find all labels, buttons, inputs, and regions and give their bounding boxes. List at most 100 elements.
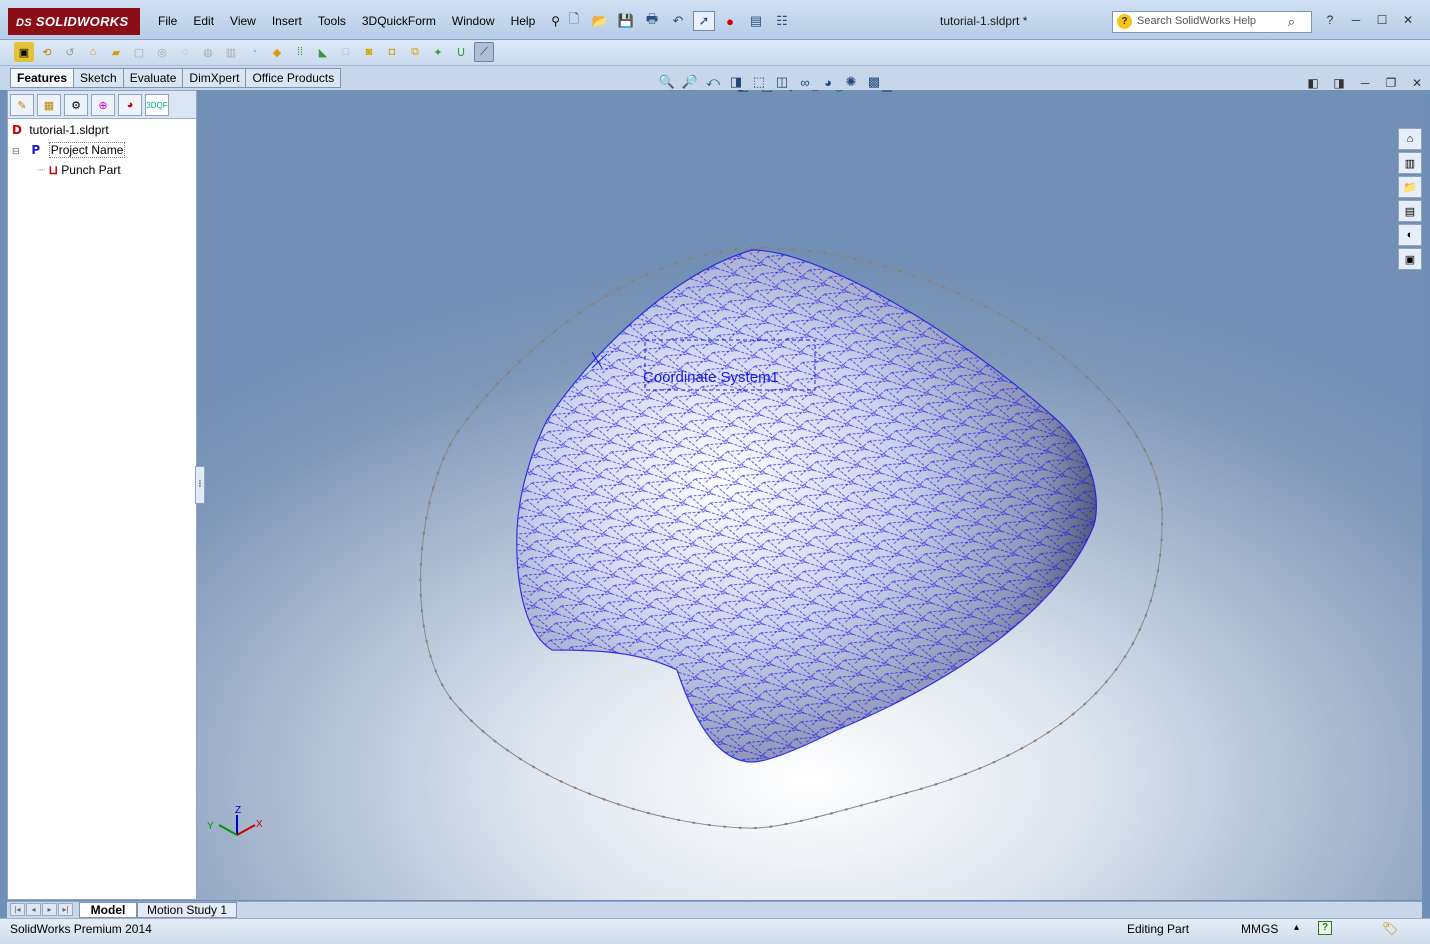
3dqf-tab-icon[interactable]: 3DQF — [145, 94, 169, 116]
shell-icon[interactable]: □ — [336, 42, 356, 62]
boss-extrude-icon[interactable]: ▣ — [14, 42, 34, 62]
section-icon[interactable]: ◨ — [726, 72, 746, 92]
display-manager-tab-icon[interactable]: ◕ — [118, 94, 142, 116]
cut-extrude-icon[interactable]: ▢ — [129, 42, 149, 62]
graphics-area[interactable]: Coordinate System1 X Z Y ⊕ ⊗ ↺ ◧ ▣ ◈ 👁 ◉… — [197, 90, 1422, 900]
menu-3dquickform[interactable]: 3DQuickForm — [354, 12, 444, 30]
configuration-manager-tab-icon[interactable]: ⚙ — [64, 94, 88, 116]
tag-icon[interactable]: 🏷 — [1382, 921, 1399, 937]
tab-navigation: |◂ ◂ ▸ ▸| — [10, 903, 73, 916]
orientation-icon[interactable]: ⬚ — [749, 72, 769, 92]
tab-features[interactable]: Features — [10, 68, 75, 88]
view-palette-icon[interactable]: ▤ — [1398, 200, 1422, 222]
expand-minus-icon[interactable]: ⊟ — [12, 146, 24, 157]
scene-icon[interactable]: ✺ — [841, 72, 861, 92]
appearances-icon[interactable]: ◐ — [1398, 224, 1422, 246]
doc-minimize-button[interactable]: ─ — [1355, 74, 1375, 92]
title-bar: DS SOLIDWORKS File Edit View Insert Tools… — [0, 0, 1430, 40]
linear-pattern-icon[interactable]: ◆ — [267, 42, 287, 62]
instant3d-icon[interactable]: ⟋ — [474, 42, 494, 62]
file-properties-icon[interactable]: ▤ — [745, 11, 767, 31]
dimxpert-manager-tab-icon[interactable]: ⊕ — [91, 94, 115, 116]
tab-motion-study[interactable]: Motion Study 1 — [137, 902, 237, 918]
last-tab-icon[interactable]: ▸| — [58, 903, 73, 916]
help-question-icon[interactable]: ? — [1320, 11, 1340, 29]
select-cursor-icon[interactable]: ➚ — [693, 11, 715, 31]
fillet-icon[interactable]: ◔ — [244, 42, 264, 62]
new-document-icon[interactable]: 🗋 — [563, 11, 585, 31]
status-units[interactable]: MMGS — [1241, 922, 1278, 936]
wrap-icon[interactable]: ◙ — [359, 42, 379, 62]
tree-root[interactable]: D tutorial-1.sldprt — [12, 123, 109, 137]
menu-help[interactable]: Help — [503, 12, 544, 30]
tree-punch-part[interactable]: ┈ ⊔ Punch Part — [38, 163, 121, 177]
boundary-icon[interactable]: ▰ — [106, 42, 126, 62]
cut-revolve-icon[interactable]: ◎ — [152, 42, 172, 62]
panel-splitter[interactable]: ⁝ — [195, 466, 205, 504]
open-folder-icon[interactable]: 📂 — [589, 11, 611, 31]
custom-properties-icon[interactable]: ▣ — [1398, 248, 1422, 270]
search-icon[interactable]: ⌕ — [1288, 14, 1295, 30]
tab-office-products[interactable]: Office Products — [246, 68, 342, 88]
property-manager-tab-icon[interactable]: ▦ — [37, 94, 61, 116]
close-button[interactable]: ✕ — [1398, 11, 1418, 29]
next-tab-icon[interactable]: ▸ — [42, 903, 57, 916]
menu-file[interactable]: File — [150, 12, 185, 30]
curves-icon[interactable]: Ս — [451, 42, 471, 62]
solidworks-logo[interactable]: DS SOLIDWORKS — [8, 8, 140, 35]
maximize-button[interactable]: ☐ — [1372, 11, 1392, 29]
options-icon[interactable]: ☷ — [771, 11, 793, 31]
tree-project-label: Project Name — [48, 142, 126, 158]
viewport-window-controls: ◧ ◨ ─ ❐ ✕ — [1303, 74, 1427, 92]
undo-icon[interactable]: ↶ — [667, 11, 689, 31]
display-mode-icon[interactable]: ◫ — [772, 72, 792, 92]
swept-icon[interactable]: ↺ — [60, 42, 80, 62]
rib-icon[interactable]: ⁞⁞ — [290, 42, 310, 62]
cut-boundary-icon[interactable]: ▥ — [221, 42, 241, 62]
mirror-icon[interactable]: ⧉ — [405, 42, 425, 62]
solidworks-resources-icon[interactable]: ⌂ — [1398, 128, 1422, 150]
design-library-icon[interactable]: ▥ — [1398, 152, 1422, 174]
menu-view[interactable]: View — [222, 12, 264, 30]
minimize-button[interactable]: ─ — [1346, 11, 1366, 29]
intersect-icon[interactable]: ◘ — [382, 42, 402, 62]
tab-model[interactable]: Model — [79, 902, 137, 918]
help-search-input[interactable]: ? Search SolidWorks Help ⌕ — [1112, 11, 1312, 33]
menu-tools[interactable]: Tools — [310, 12, 354, 30]
cut-loft-icon[interactable]: ◍ — [198, 42, 218, 62]
menu-window[interactable]: Window — [444, 12, 503, 30]
units-menu-icon[interactable]: ▴ — [1294, 922, 1299, 933]
tab-dimxpert[interactable]: DimXpert — [183, 68, 247, 88]
quick-tips-help-icon[interactable]: ? — [1318, 921, 1332, 935]
save-icon[interactable]: 💾 — [615, 11, 637, 31]
appearance-icon[interactable]: ◕ — [818, 72, 838, 92]
revolve-icon[interactable]: ⟲ — [37, 42, 57, 62]
task-pane: ⌂ ▥ 📁 ▤ ◐ ▣ — [1398, 128, 1422, 270]
tab-sketch[interactable]: Sketch — [74, 68, 124, 88]
visibility-icon[interactable]: ∞ — [795, 72, 815, 92]
settings-icon[interactable]: ▩ — [864, 72, 884, 92]
zoom-fit-icon[interactable]: 🔍 — [657, 72, 677, 92]
draft-icon[interactable]: ◣ — [313, 42, 333, 62]
cut-sweep-icon[interactable]: ◌ — [175, 42, 195, 62]
collapse-left-icon[interactable]: ◧ — [1303, 74, 1323, 92]
zoom-area-icon[interactable]: 🔎 — [680, 72, 700, 92]
menu-edit[interactable]: Edit — [185, 12, 222, 30]
doc-close-button[interactable]: ✕ — [1407, 74, 1427, 92]
feature-manager-tab-icon[interactable]: ✎ — [10, 94, 34, 116]
menu-insert[interactable]: Insert — [264, 12, 310, 30]
tab-evaluate[interactable]: Evaluate — [123, 68, 184, 88]
prev-tab-icon[interactable]: ◂ — [26, 903, 41, 916]
rebuild-traffic-light-icon[interactable]: ● — [719, 11, 741, 31]
feature-manager-panel: ✎ ▦ ⚙ ⊕ ◕ 3DQF D tutorial-1.sldprt ⊟ P P… — [7, 90, 197, 900]
tree-project[interactable]: ⊟ P Project Name — [12, 142, 126, 158]
print-icon[interactable]: 🖶 — [641, 11, 663, 31]
reference-geometry-icon[interactable]: ✦ — [428, 42, 448, 62]
help-search-q-icon: ? — [1117, 14, 1132, 29]
first-tab-icon[interactable]: |◂ — [10, 903, 25, 916]
collapse-right-icon[interactable]: ◨ — [1329, 74, 1349, 92]
loft-icon[interactable]: ⌂ — [83, 42, 103, 62]
prev-view-icon[interactable]: ⤺ — [703, 72, 723, 92]
file-explorer-icon[interactable]: 📁 — [1398, 176, 1422, 198]
doc-restore-button[interactable]: ❐ — [1381, 74, 1401, 92]
